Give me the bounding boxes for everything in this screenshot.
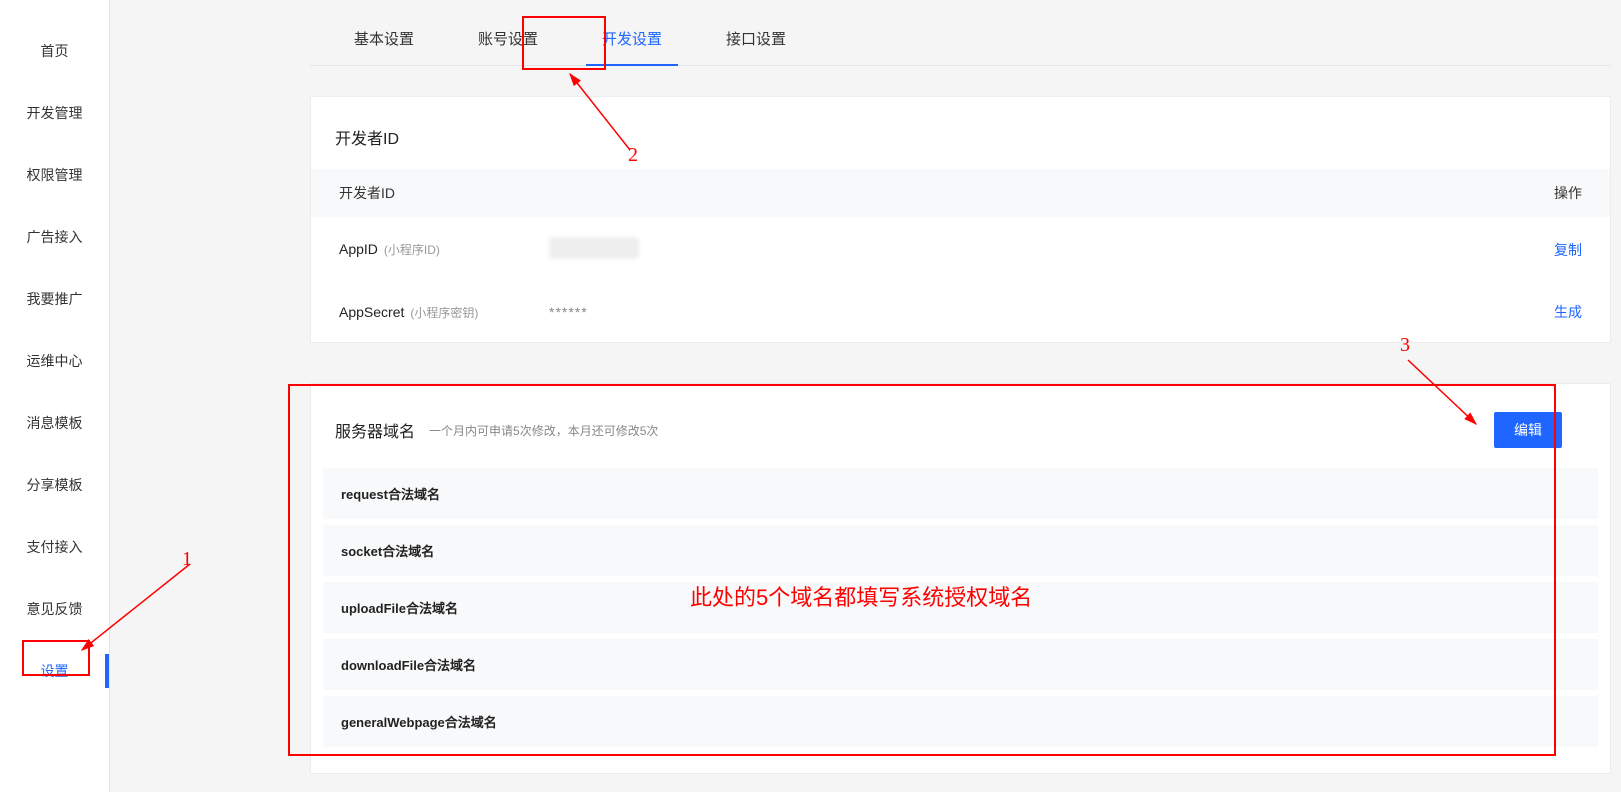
th-action: 操作 — [1522, 183, 1582, 203]
copy-link[interactable]: 复制 — [1522, 240, 1582, 260]
sidebar-label: 权限管理 — [27, 165, 83, 185]
sidebar-label: 设置 — [41, 661, 69, 681]
card-title: 开发者ID — [311, 125, 1610, 169]
table-row: AppID (小程序ID) 复制 — [311, 217, 1610, 282]
card-title: 服务器域名 一个月内可申请5次修改，本月还可修改5次 编辑 — [311, 412, 1610, 468]
sidebar-item-home[interactable]: 首页 — [0, 20, 109, 82]
sidebar: 首页 开发管理 权限管理 广告接入 我要推广 运维中心 消息模板 分享模板 支付… — [0, 0, 110, 792]
sidebar-label: 意见反馈 — [27, 599, 83, 619]
edit-button[interactable]: 编辑 — [1494, 412, 1562, 448]
sidebar-label: 分享模板 — [27, 475, 83, 495]
server-domain-card: 服务器域名 一个月内可申请5次修改，本月还可修改5次 编辑 request合法域… — [310, 383, 1611, 774]
table-header: 开发者ID 操作 — [311, 169, 1610, 217]
domain-row-upload: uploadFile合法域名 — [323, 582, 1598, 633]
sidebar-item-settings[interactable]: 设置 — [0, 640, 109, 702]
card-title-text: 开发者ID — [335, 125, 399, 149]
tabs-bar: 基本设置 账号设置 开发设置 接口设置 — [310, 0, 1611, 66]
domain-row-download: downloadFile合法域名 — [323, 639, 1598, 690]
table-row: AppSecret (小程序密钥) ****** 生成 — [311, 282, 1610, 342]
sidebar-item-ads[interactable]: 广告接入 — [0, 206, 109, 268]
tab-interface[interactable]: 接口设置 — [694, 0, 818, 65]
domain-row-request: request合法域名 — [323, 468, 1598, 519]
sidebar-item-promote[interactable]: 我要推广 — [0, 268, 109, 330]
row-value-appid — [549, 237, 1522, 262]
sidebar-label: 消息模板 — [27, 413, 83, 433]
domain-row-webpage: generalWebpage合法域名 — [323, 696, 1598, 747]
generate-link[interactable]: 生成 — [1522, 302, 1582, 322]
domain-row-socket: socket合法域名 — [323, 525, 1598, 576]
tab-account[interactable]: 账号设置 — [446, 0, 570, 65]
sidebar-item-share-template[interactable]: 分享模板 — [0, 454, 109, 516]
row-sublabel: (小程序ID) — [384, 241, 440, 258]
sidebar-item-permission[interactable]: 权限管理 — [0, 144, 109, 206]
sidebar-label: 我要推广 — [27, 289, 83, 309]
row-value-appsecret: ****** — [549, 304, 1522, 320]
sidebar-item-dev-manage[interactable]: 开发管理 — [0, 82, 109, 144]
blurred-value — [549, 237, 639, 259]
sidebar-label: 支付接入 — [27, 537, 83, 557]
sidebar-item-message-template[interactable]: 消息模板 — [0, 392, 109, 454]
developer-id-card: 开发者ID 开发者ID 操作 AppID (小程序ID) 复制 AppS — [310, 96, 1611, 343]
tab-develop[interactable]: 开发设置 — [570, 0, 694, 65]
main-content: 基本设置 账号设置 开发设置 接口设置 开发者ID 开发者ID 操作 AppID… — [110, 0, 1621, 792]
card-title-text: 服务器域名 — [335, 418, 415, 442]
row-label-appsecret: AppSecret — [339, 304, 404, 320]
th-devid: 开发者ID — [339, 183, 1522, 203]
sidebar-item-feedback[interactable]: 意见反馈 — [0, 578, 109, 640]
tab-basic[interactable]: 基本设置 — [322, 0, 446, 65]
row-sublabel: (小程序密钥) — [410, 304, 478, 321]
sidebar-item-ops[interactable]: 运维中心 — [0, 330, 109, 392]
row-label-appid: AppID — [339, 241, 378, 257]
sidebar-label: 运维中心 — [27, 351, 83, 371]
sidebar-label: 开发管理 — [27, 103, 83, 123]
domain-list: request合法域名 socket合法域名 uploadFile合法域名 do… — [311, 468, 1610, 773]
sidebar-item-payment[interactable]: 支付接入 — [0, 516, 109, 578]
card-subtitle: 一个月内可申请5次修改，本月还可修改5次 — [429, 422, 658, 439]
sidebar-label: 广告接入 — [27, 227, 83, 247]
sidebar-label: 首页 — [41, 41, 69, 61]
